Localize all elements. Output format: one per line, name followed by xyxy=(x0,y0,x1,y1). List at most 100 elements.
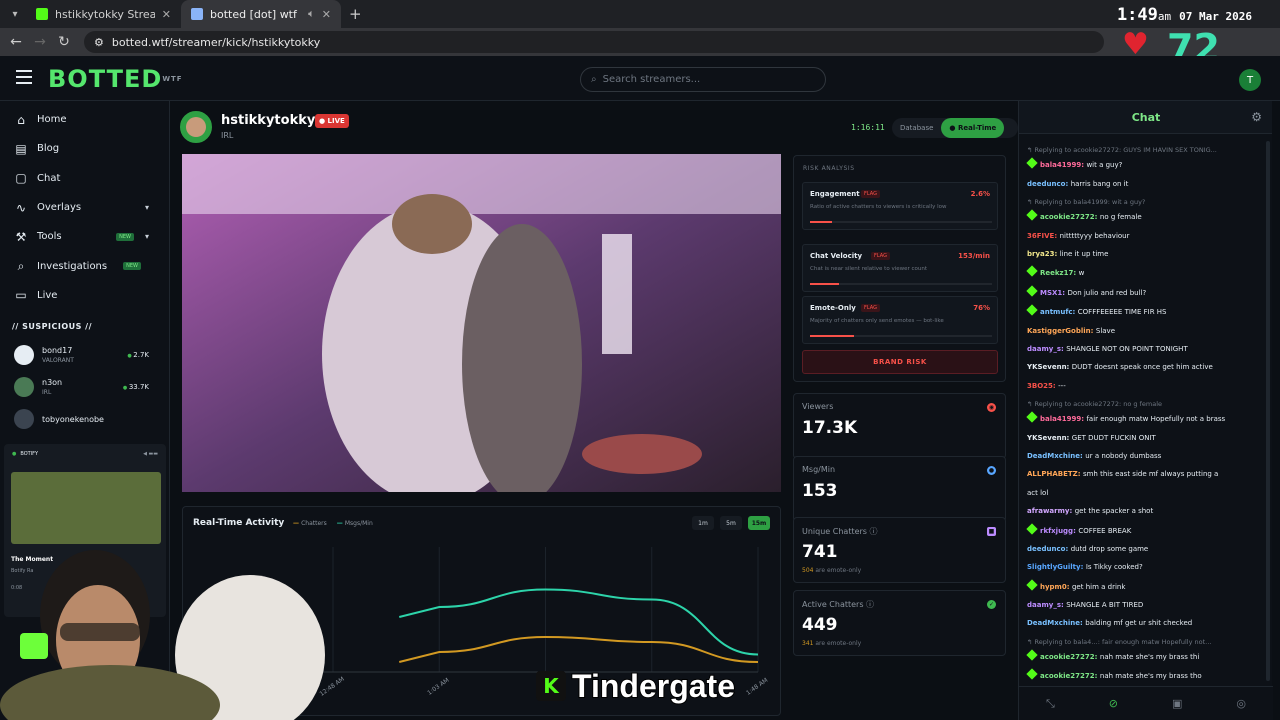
chat-text: ur a nobody dumbass xyxy=(1085,452,1162,460)
browser-tab-kick[interactable]: hstikkytokky Stream - Watch Li ✕ xyxy=(26,0,181,28)
tab-search-dropdown[interactable]: ▾ xyxy=(4,3,26,25)
mode-realtime[interactable]: ● Real-Time xyxy=(941,118,1005,138)
chat-username[interactable]: MSX1: xyxy=(1040,289,1068,297)
reload-icon[interactable]: ↻ xyxy=(52,34,76,50)
sidebar-item-label: Home xyxy=(37,114,67,126)
sidebar-item-home[interactable]: ⌂ Home xyxy=(0,105,169,134)
back-arrow-icon[interactable]: ← xyxy=(4,34,28,50)
chat-username[interactable]: YKSevenn: xyxy=(1027,434,1072,442)
chat-username[interactable]: deedunco: xyxy=(1027,180,1071,188)
close-tab-icon[interactable]: ✕ xyxy=(322,8,331,21)
chat-text: line it up time xyxy=(1059,250,1109,259)
chevron-down-icon[interactable]: ▾ xyxy=(145,203,149,212)
chat-message: deedunco: dutd drop some game xyxy=(1019,540,1265,558)
avatar xyxy=(14,377,34,398)
chat-message: hypm0: get him a drink xyxy=(1019,576,1265,595)
chat-username[interactable]: brya23: xyxy=(1027,250,1060,258)
search-input[interactable]: ⌕ Search streamers... xyxy=(580,67,826,92)
user-avatar[interactable]: T xyxy=(1239,69,1261,91)
streamer-name: n3on xyxy=(42,378,63,388)
chat-scrollbar[interactable] xyxy=(1266,141,1270,681)
metric-description: Chat is near silent relative to viewer c… xyxy=(810,266,928,272)
menu-icon[interactable] xyxy=(16,70,32,84)
chat-text: wit a guy? xyxy=(1086,161,1123,170)
collapse-icon[interactable]: ⤡ xyxy=(1046,697,1055,711)
botted-logo[interactable]: BOTTEDWTF xyxy=(48,66,183,92)
new-tab-button[interactable]: + xyxy=(349,5,362,23)
chat-username[interactable]: daamy_s: xyxy=(1027,345,1066,353)
chat-username[interactable]: acookie27272: xyxy=(1040,653,1100,661)
chat-username[interactable]: SlightlyGuilty: xyxy=(1027,563,1086,571)
streamer-category: IRL xyxy=(42,389,52,397)
chat-username[interactable]: DeadMxchine: xyxy=(1027,619,1085,627)
chat-message: Reekz17: w xyxy=(1019,263,1265,282)
popout-icon[interactable]: ▣ xyxy=(1172,697,1182,710)
suspicious-streamer-item[interactable]: bond17VALORANT 2.7K xyxy=(0,339,169,371)
sidebar-item-investigations[interactable]: ⌕ Investigations NEW xyxy=(0,251,169,280)
chat-username[interactable]: DeadMxchine: xyxy=(1027,452,1085,460)
chat-username[interactable]: afrawarmy: xyxy=(1027,507,1075,515)
botted-favicon-icon xyxy=(191,8,203,20)
stream-video[interactable] xyxy=(182,154,781,492)
gear-icon[interactable]: ⚙ xyxy=(1251,110,1262,124)
stat-card-active-chatters: Active Chatters ⓘ 449 341 are emote-only… xyxy=(793,590,1006,656)
metric-bar-fill xyxy=(810,283,840,285)
chat-username[interactable]: 3BO25: xyxy=(1027,382,1058,390)
url-field[interactable]: ⚙ botted.wtf/streamer/kick/hstikkytokky xyxy=(84,31,1104,53)
check-icon: ✓ xyxy=(987,600,996,609)
volume-icon[interactable]: ◀ ▬▬ xyxy=(143,451,158,457)
emote-only-text: are emote-only xyxy=(813,567,862,574)
metric-bar-fill xyxy=(810,221,832,223)
sidebar-item-overlays[interactable]: ∿ Overlays ▾ xyxy=(0,193,169,222)
clock-ampm: am xyxy=(1157,10,1172,23)
info-icon[interactable]: ⓘ xyxy=(866,600,874,609)
chat-username[interactable]: acookie27272: xyxy=(1040,672,1100,680)
chat-username[interactable]: bala41999: xyxy=(1040,415,1086,423)
chevron-down-icon[interactable]: ▾ xyxy=(145,232,149,241)
streamer-avatar[interactable] xyxy=(180,111,212,143)
speaker-icon[interactable]: 🔈︎ xyxy=(308,7,315,21)
chat-text: Is Tikky cooked? xyxy=(1085,563,1143,572)
chat-message: ALLPHABETZ: smh this east side mf always… xyxy=(1019,465,1265,483)
suspicious-streamer-item[interactable]: tobyonekenobe xyxy=(0,403,169,435)
forward-arrow-icon[interactable]: → xyxy=(28,34,52,50)
video-frame xyxy=(182,154,781,492)
suspicious-streamer-item[interactable]: n3onIRL 33.7K xyxy=(0,371,169,403)
webcam-overlay xyxy=(0,545,325,720)
bot-filter-icon[interactable]: ⊘ xyxy=(1109,697,1118,710)
pulse-icon: ∿ xyxy=(15,200,27,215)
chat-username[interactable]: rkfxjugg: xyxy=(1040,527,1078,535)
stat-card-viewers: Viewers 17.3K ◉ xyxy=(793,393,1006,459)
chat-username[interactable]: daamy_s: xyxy=(1027,601,1066,609)
settings-icon[interactable]: ◎ xyxy=(1236,697,1246,710)
chat-username[interactable]: YKSevenn: xyxy=(1027,363,1072,371)
chat-username[interactable]: ALLPHABETZ: xyxy=(1027,470,1083,478)
chat-message-list[interactable]: ↰ Replying to acookie27272: GUYS IM HAVI… xyxy=(1019,141,1265,686)
chat-username[interactable]: bala41999: xyxy=(1040,161,1086,169)
chat-username[interactable]: Reekz17: xyxy=(1040,269,1079,277)
suspicious-heading: // SUSPICIOUS // xyxy=(12,322,93,332)
kick-badge-icon xyxy=(1026,649,1038,661)
chat-username[interactable]: KastiggerGoblin: xyxy=(1027,327,1096,335)
kick-badge-icon xyxy=(1026,411,1038,423)
streamer-name[interactable]: hstikkytokky xyxy=(221,113,315,128)
chat-username[interactable]: acookie27272: xyxy=(1040,213,1100,221)
close-tab-icon[interactable]: ✕ xyxy=(162,8,171,21)
chat-username[interactable]: 36FIVE: xyxy=(1027,232,1060,240)
brand-risk-button[interactable]: BRAND RISK xyxy=(802,350,998,374)
mode-database[interactable]: Database xyxy=(892,124,941,132)
chat-username[interactable]: hypm0: xyxy=(1040,583,1072,591)
browser-tab-botted[interactable]: botted [dot] wtf 🔈︎ ✕ xyxy=(181,0,341,28)
sidebar-item-chat[interactable]: ▢ Chat xyxy=(0,164,169,193)
stream-header: hstikkytokky ● LIVE IRL 1:16:11 Database… xyxy=(180,111,1018,143)
sidebar-item-blog[interactable]: ▤ Blog xyxy=(0,134,169,163)
chat-username[interactable]: antmufc: xyxy=(1040,308,1078,316)
sidebar-item-label: Blog xyxy=(37,143,60,155)
info-icon[interactable]: ⓘ xyxy=(870,527,878,536)
chat-username[interactable]: deedunco: xyxy=(1027,545,1071,553)
sidebar-item-tools[interactable]: ⚒ Tools NEW ▾ xyxy=(0,222,169,251)
site-info-icon[interactable]: ⚙ xyxy=(94,36,104,49)
tv-icon: ▭ xyxy=(15,288,27,303)
document-icon: ▤ xyxy=(15,141,27,156)
sidebar-item-live[interactable]: ▭ Live xyxy=(0,281,169,310)
